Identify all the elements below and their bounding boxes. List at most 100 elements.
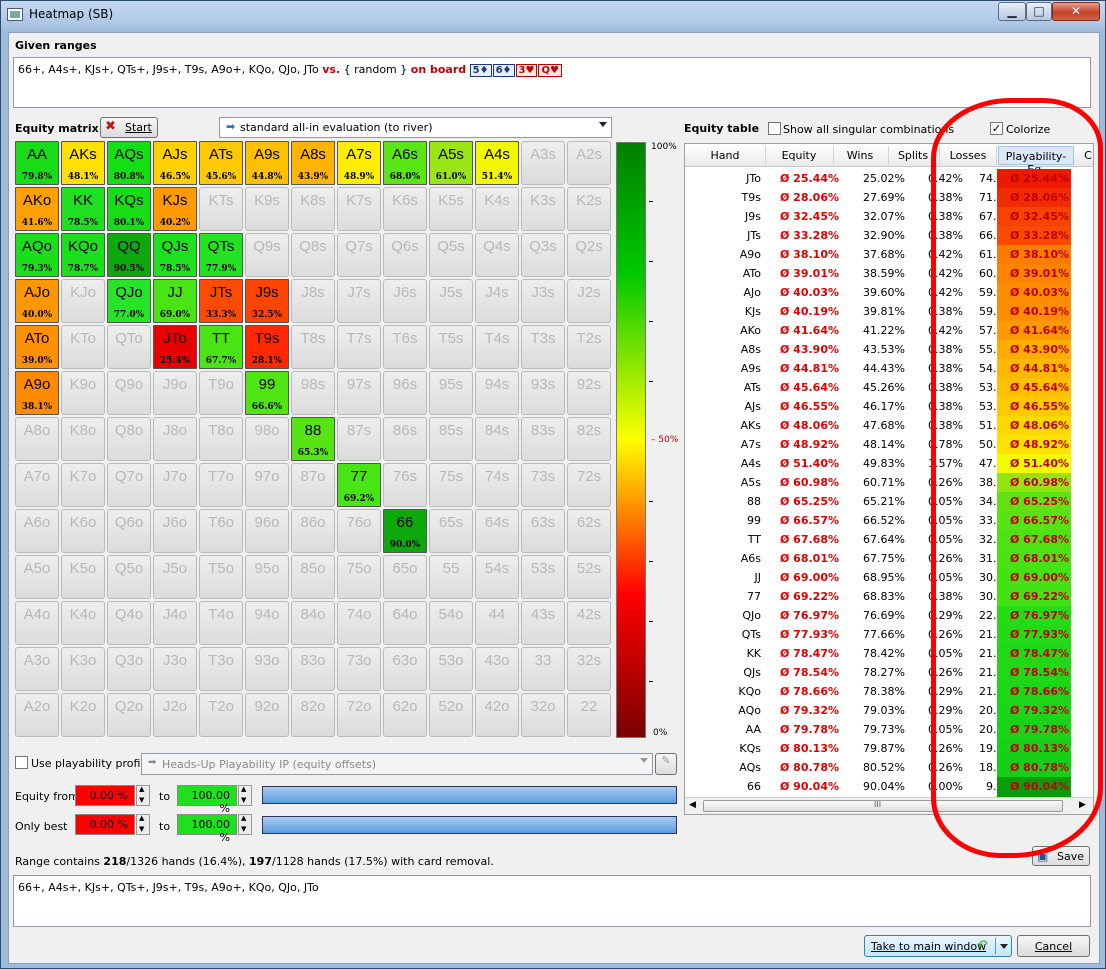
table-row[interactable]: AToØ 39.01%38.59%0.42%60.56%Ø 39.01% (685, 264, 1093, 283)
matrix-cell[interactable]: T8s (291, 325, 335, 369)
matrix-cell[interactable]: AA 79.8% (15, 141, 59, 185)
matrix-cell[interactable]: J8o (153, 417, 197, 461)
table-row[interactable]: A9sØ 44.81%44.43%0.38%54.81%Ø 44.81% (685, 359, 1093, 378)
matrix-cell[interactable]: T4s (475, 325, 519, 369)
matrix-cell[interactable]: K4s (475, 187, 519, 231)
matrix-cell[interactable]: T7o (199, 463, 243, 507)
matrix-cell[interactable]: 64s (475, 509, 519, 553)
matrix-cell[interactable]: 64o (383, 601, 427, 645)
matrix-cell[interactable]: 86o (291, 509, 335, 553)
matrix-cell[interactable]: 66 90.0% (383, 509, 427, 553)
matrix-cell[interactable]: 84s (475, 417, 519, 461)
col-extra[interactable]: C (1082, 149, 1093, 162)
matrix-cell[interactable]: 83o (291, 647, 335, 691)
matrix-cell[interactable]: 77 69.2% (337, 463, 381, 507)
table-row[interactable]: JJØ 69.00%68.95%0.05%30.95%Ø 69.00% (685, 568, 1093, 587)
only-best-from-spinner[interactable] (136, 814, 150, 835)
matrix-cell[interactable]: KTo (61, 325, 105, 369)
table-row[interactable]: JToØ 25.44%25.02%0.42%74.13%Ø 25.44% (685, 169, 1093, 188)
table-row[interactable]: TTØ 67.68%67.64%0.05%32.27%Ø 67.68% (685, 530, 1093, 549)
matrix-cell[interactable]: KJo (61, 279, 105, 323)
matrix-cell[interactable]: AQo 79.3% (15, 233, 59, 277)
output-range-box[interactable]: 66+, A4s+, KJs+, QTs+, J9s+, T9s, A9o+, … (13, 875, 1091, 927)
table-row[interactable]: A9oØ 38.10%37.68%0.42%61.48%Ø 38.10% (685, 245, 1093, 264)
table-row[interactable]: AJsØ 46.55%46.17%0.38%53.08%Ø 46.55% (685, 397, 1093, 416)
matrix-cell[interactable]: Q5o (107, 555, 151, 599)
matrix-cell[interactable]: K8o (61, 417, 105, 461)
matrix-cell[interactable]: 92s (567, 371, 611, 415)
matrix-cell[interactable]: Q8s (291, 233, 335, 277)
matrix-cell[interactable]: 72o (337, 693, 381, 737)
table-row[interactable]: A7sØ 48.92%48.14%0.78%50.80%Ø 48.92% (685, 435, 1093, 454)
matrix-cell[interactable]: 95s (429, 371, 473, 415)
minimize-button[interactable]: ▁ (998, 2, 1026, 21)
scroll-right-icon[interactable]: ▶ (1079, 800, 1086, 810)
matrix-cell[interactable]: 43s (521, 601, 565, 645)
matrix-cell[interactable]: 96o (245, 509, 289, 553)
matrix-cell[interactable]: J4o (153, 601, 197, 645)
matrix-cell[interactable]: T9s 28.1% (245, 325, 289, 369)
table-row[interactable]: KJsØ 40.19%39.81%0.38%59.44%Ø 40.19% (685, 302, 1093, 321)
table-row[interactable]: A5sØ 60.98%60.71%0.26%38.76%Ø 60.98% (685, 473, 1093, 492)
matrix-cell[interactable]: K4o (61, 601, 105, 645)
matrix-cell[interactable]: Q3o (107, 647, 151, 691)
matrix-cell[interactable]: K9o (61, 371, 105, 415)
table-row[interactable]: KQoØ 78.66%78.38%0.29%21.05%Ø 78.66% (685, 682, 1093, 701)
matrix-cell[interactable]: 32o (521, 693, 565, 737)
matrix-cell[interactable]: 94o (245, 601, 289, 645)
matrix-cell[interactable]: K2s (567, 187, 611, 231)
matrix-cell[interactable]: T3o (199, 647, 243, 691)
matrix-cell[interactable]: 97o (245, 463, 289, 507)
matrix-cell[interactable]: QTs 77.9% (199, 233, 243, 277)
matrix-cell[interactable]: J3o (153, 647, 197, 691)
matrix-cell[interactable]: J4s (475, 279, 519, 323)
close-button[interactable]: ✕ (1052, 2, 1100, 21)
matrix-cell[interactable]: JTs 33.3% (199, 279, 243, 323)
matrix-cell[interactable]: K7o (61, 463, 105, 507)
table-row[interactable]: QJoØ 76.97%76.69%0.29%22.74%Ø 76.97% (685, 606, 1093, 625)
scroll-left-icon[interactable]: ◀ (689, 800, 696, 810)
col-wins[interactable]: Wins (837, 149, 883, 162)
table-row[interactable]: AQsØ 80.78%80.52%0.26%18.96%Ø 80.78% (685, 758, 1093, 777)
equity-to-input[interactable]: 100.00 % (177, 785, 237, 815)
matrix-cell[interactable]: 53o (429, 647, 473, 691)
matrix-cell[interactable]: 54s (475, 555, 519, 599)
take-to-main-button[interactable]: Take to main window ↶ (864, 935, 1012, 957)
matrix-cell[interactable]: Q6o (107, 509, 151, 553)
matrix-cell[interactable]: AJo 40.0% (15, 279, 59, 323)
matrix-cell[interactable]: J9s 32.5% (245, 279, 289, 323)
matrix-cell[interactable]: 65s (429, 509, 473, 553)
matrix-cell[interactable]: KK 78.5% (61, 187, 105, 231)
matrix-cell[interactable]: Q8o (107, 417, 151, 461)
matrix-cell[interactable]: K6o (61, 509, 105, 553)
matrix-cell[interactable]: 82s (567, 417, 611, 461)
table-row[interactable]: AQoØ 79.32%79.03%0.29%20.40%Ø 79.32% (685, 701, 1093, 720)
matrix-cell[interactable]: J7s (337, 279, 381, 323)
matrix-cell[interactable]: J5o (153, 555, 197, 599)
matrix-cell[interactable]: 94s (475, 371, 519, 415)
matrix-cell[interactable]: K8s (291, 187, 335, 231)
matrix-cell[interactable]: 73s (521, 463, 565, 507)
matrix-cell[interactable]: 22 (567, 693, 611, 737)
table-row[interactable]: AJoØ 40.03%39.60%0.42%59.55%Ø 40.03% (685, 283, 1093, 302)
matrix-cell[interactable]: KTs (199, 187, 243, 231)
matrix-cell[interactable]: 84o (291, 601, 335, 645)
matrix-cell[interactable]: T5s (429, 325, 473, 369)
table-row[interactable]: JTsØ 33.28%32.90%0.38%66.35%Ø 33.28% (685, 226, 1093, 245)
equity-range-slider[interactable] (262, 786, 677, 804)
matrix-cell[interactable]: QJs 78.5% (153, 233, 197, 277)
maximize-button[interactable]: □ (1026, 2, 1052, 21)
only-best-range-slider[interactable] (262, 816, 677, 834)
matrix-cell[interactable]: 52s (567, 555, 611, 599)
matrix-cell[interactable]: Q7o (107, 463, 151, 507)
col-losses[interactable]: Losses (945, 149, 991, 162)
matrix-cell[interactable]: 74s (475, 463, 519, 507)
matrix-cell[interactable]: K9s (245, 187, 289, 231)
matrix-cell[interactable]: T5o (199, 555, 243, 599)
matrix-cell[interactable]: A5s 61.0% (429, 141, 473, 185)
only-best-from-input[interactable]: 0.00 % (75, 814, 135, 835)
matrix-cell[interactable]: 72s (567, 463, 611, 507)
matrix-cell[interactable]: Q2s (567, 233, 611, 277)
matrix-cell[interactable]: AJs 46.5% (153, 141, 197, 185)
matrix-cell[interactable]: 54o (429, 601, 473, 645)
